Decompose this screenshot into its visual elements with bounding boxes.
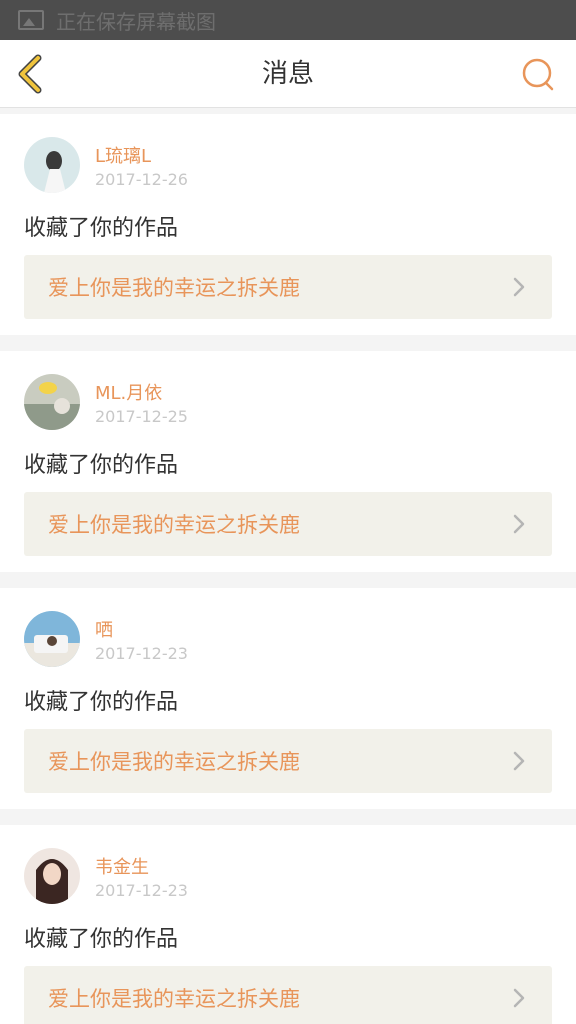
message-action: 收藏了你的作品	[24, 453, 179, 478]
message-card: L琉璃L 2017-12-26 收藏了你的作品 爱上你是我的幸运之拆关鹿	[0, 114, 576, 335]
work-link[interactable]: 爱上你是我的幸运之拆关鹿	[24, 729, 552, 793]
user-name[interactable]: 哂	[95, 616, 113, 642]
message-card: ML.月依 2017-12-25 收藏了你的作品 爱上你是我的幸运之拆关鹿	[0, 351, 576, 572]
message-date: 2017-12-23	[95, 644, 188, 663]
message-action: 收藏了你的作品	[24, 216, 179, 241]
user-name[interactable]: 韦金生	[95, 853, 149, 879]
status-text: 正在保存屏幕截图	[56, 9, 216, 34]
nav-bar: 消息	[0, 40, 576, 108]
work-title: 爱上你是我的幸运之拆关鹿	[48, 276, 300, 300]
message-card: 哂 2017-12-23 收藏了你的作品 爱上你是我的幸运之拆关鹿	[0, 588, 576, 809]
avatar[interactable]	[24, 374, 80, 430]
message-action: 收藏了你的作品	[24, 927, 179, 952]
user-name[interactable]: L琉璃L	[95, 142, 151, 168]
search-icon[interactable]	[518, 54, 558, 94]
chevron-right-icon	[513, 514, 525, 534]
chevron-right-icon	[513, 751, 525, 771]
avatar[interactable]	[24, 137, 80, 193]
image-icon	[18, 10, 44, 30]
message-card: 韦金生 2017-12-23 收藏了你的作品 爱上你是我的幸运之拆关鹿	[0, 825, 576, 1024]
chevron-right-icon	[513, 988, 525, 1008]
work-title: 爱上你是我的幸运之拆关鹿	[48, 987, 300, 1011]
work-link[interactable]: 爱上你是我的幸运之拆关鹿	[24, 255, 552, 319]
message-list: L琉璃L 2017-12-26 收藏了你的作品 爱上你是我的幸运之拆关鹿 ML.…	[0, 114, 576, 1024]
work-link[interactable]: 爱上你是我的幸运之拆关鹿	[24, 966, 552, 1024]
avatar[interactable]	[24, 848, 80, 904]
work-title: 爱上你是我的幸运之拆关鹿	[48, 513, 300, 537]
message-date: 2017-12-23	[95, 881, 188, 900]
message-date: 2017-12-25	[95, 407, 188, 426]
message-action: 收藏了你的作品	[24, 690, 179, 715]
user-name[interactable]: ML.月依	[95, 379, 162, 405]
message-date: 2017-12-26	[95, 170, 188, 189]
chevron-right-icon	[513, 277, 525, 297]
page-title: 消息	[261, 59, 314, 89]
work-title: 爱上你是我的幸运之拆关鹿	[48, 750, 300, 774]
avatar[interactable]	[24, 611, 80, 667]
status-bar: 正在保存屏幕截图	[0, 0, 576, 40]
work-link[interactable]: 爱上你是我的幸运之拆关鹿	[24, 492, 552, 556]
